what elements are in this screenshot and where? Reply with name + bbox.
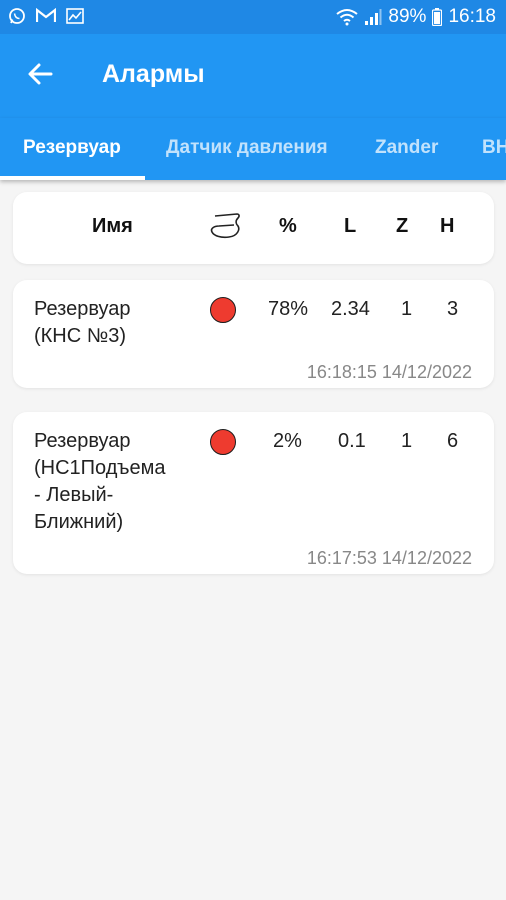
row-timestamp: 16:18:15 14/12/2022 [306,362,472,382]
back-button[interactable] [22,56,58,92]
row-l: 2.34 [331,298,370,320]
battery-icon [432,8,443,26]
tab-bar: Резервуар Датчик давления Zander ВН [0,118,506,180]
whatsapp-icon [9,8,25,24]
chart-notification-icon [66,8,84,24]
signal-icon [365,9,382,25]
row-l: 0.1 [338,430,366,452]
battery-percent: 89% [388,6,427,27]
row-percent: 2% [273,430,302,452]
alarm-status-dot [210,297,236,323]
tab-zander[interactable]: Zander [375,137,438,159]
system-status: 89% 16:18 [336,6,496,28]
table-header: Имя % L Z H [13,192,494,264]
column-percent: % [279,215,297,237]
status-bar: 89% 16:18 [0,0,506,34]
row-h: 6 [447,430,459,452]
row-name: Резервуар (КНС №3) [34,298,131,347]
row-percent: 78% [268,298,309,320]
table-row[interactable]: Резервуар (НС1Подъема - Левый- Ближний) … [13,412,494,574]
tab-vn[interactable]: ВН [482,137,506,159]
tab-reservoir[interactable]: Резервуар [23,137,121,159]
row-z: 1 [401,430,413,452]
table-row[interactable]: Резервуар (КНС №3) 78% 2.34 1 3 16:18:15… [13,280,494,388]
row-h: 3 [447,298,459,320]
column-h: H [440,215,455,237]
tab-pressure-sensor[interactable]: Датчик давления [166,137,328,159]
notification-icons [8,7,84,25]
row-timestamp: 16:17:53 14/12/2022 [306,548,472,568]
gauge-outline-icon [210,213,240,239]
row-z: 1 [401,298,413,320]
column-name: Имя [92,215,133,237]
column-l: L [344,215,357,237]
column-z: Z [396,215,409,237]
alarm-status-dot [210,429,236,455]
row-name: Резервуар (НС1Подъема - Левый- Ближний) [34,430,166,533]
clock: 16:18 [448,6,496,27]
tab-indicator [0,176,145,180]
app-bar: Алармы [0,34,506,118]
arrow-left-icon [28,63,53,85]
page-title: Алармы [102,60,205,88]
wifi-icon [336,9,359,26]
gmail-icon [36,8,56,22]
